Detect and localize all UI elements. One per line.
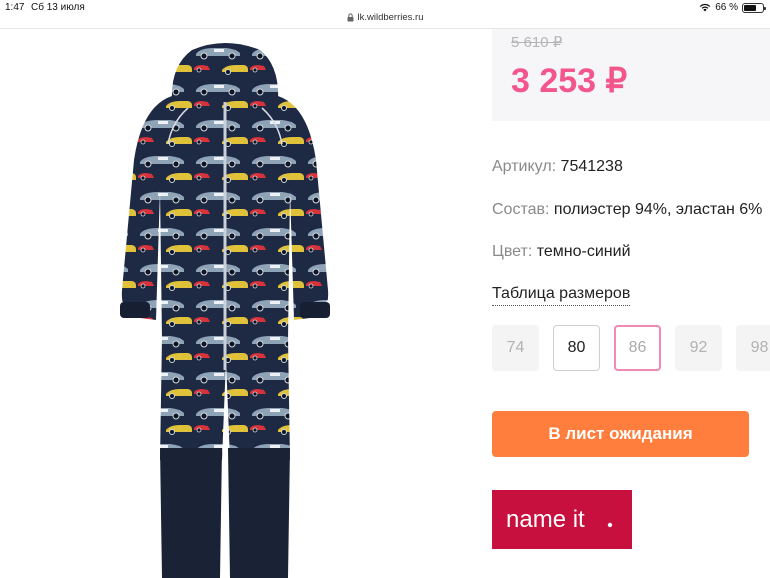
battery-icon bbox=[742, 2, 766, 13]
address-bar[interactable]: lk.wildberries.ru bbox=[0, 12, 770, 28]
composition-label: Состав: bbox=[492, 201, 550, 218]
article-label: Артикул: bbox=[492, 158, 557, 175]
size-table-link[interactable]: Таблица размеров bbox=[492, 285, 631, 306]
old-price: 5 610 ₽ bbox=[511, 34, 563, 51]
color-row: Цвет: темно-синий bbox=[492, 243, 631, 261]
size-option[interactable]: 74 bbox=[492, 325, 539, 371]
composition-value: полиэстер 94%, эластан 6% bbox=[553, 201, 763, 218]
product-image[interactable] bbox=[80, 40, 370, 578]
size-selector: 74 80 86 92 98 bbox=[492, 325, 770, 371]
url-text: lk.wildberries.ru bbox=[357, 12, 424, 23]
wifi-icon bbox=[700, 3, 711, 12]
color-label: Цвет: bbox=[492, 243, 533, 260]
article-value: 7541238 bbox=[560, 158, 623, 175]
price-box: 5 610 ₽ 3 253 ₽ bbox=[492, 29, 770, 121]
size-option[interactable]: 92 bbox=[675, 325, 722, 371]
size-option[interactable]: 98 bbox=[736, 325, 770, 371]
article-row: Артикул: 7541238 bbox=[492, 158, 623, 176]
size-option[interactable]: 86 bbox=[614, 325, 661, 371]
svg-text:name it: name it bbox=[506, 506, 585, 533]
brand-logo[interactable]: name it bbox=[492, 490, 632, 549]
brand-logo-wordmark: name it bbox=[506, 506, 613, 533]
composition-row: Состав: полиэстер 94%, эластан 6% bbox=[492, 201, 762, 219]
color-value: темно-синий bbox=[536, 243, 631, 260]
current-price: 3 253 ₽ bbox=[511, 62, 628, 100]
battery-level bbox=[744, 4, 756, 11]
add-to-waitlist-button[interactable]: В лист ожидания bbox=[492, 411, 749, 457]
size-option[interactable]: 80 bbox=[553, 325, 600, 371]
lock-icon bbox=[347, 13, 353, 22]
